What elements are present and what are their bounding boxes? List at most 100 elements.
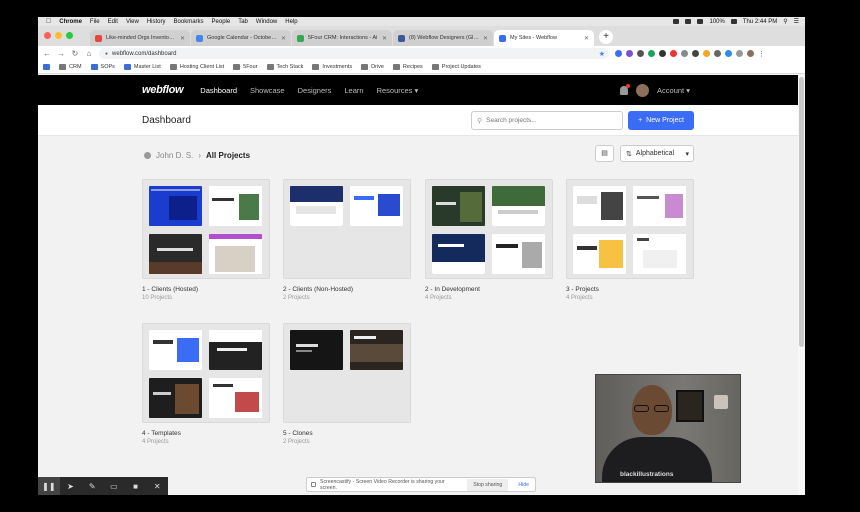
bookmark-star-icon[interactable]: ★: [599, 50, 605, 58]
extension-icon[interactable]: [692, 50, 699, 57]
tab-close-icon[interactable]: ✕: [281, 35, 286, 42]
breadcrumb-user[interactable]: John D. S.: [156, 151, 193, 160]
webflow-logo[interactable]: webflow: [142, 84, 184, 96]
bookmark-sops[interactable]: SOPs: [90, 64, 115, 70]
tab-close-icon[interactable]: ✕: [584, 35, 589, 42]
new-tab-button[interactable]: +: [599, 30, 613, 44]
extension-icon[interactable]: [637, 50, 644, 57]
bookmark-hosting-client-list[interactable]: Hosting Client List: [169, 64, 224, 70]
folder-preview[interactable]: [283, 179, 411, 279]
address-bar[interactable]: ● webflow.com/dashboard ★: [99, 48, 609, 59]
project-folder[interactable]: 4 - Templates 4 Projects: [142, 323, 270, 445]
profile-avatar-icon[interactable]: [747, 50, 754, 57]
pen-icon[interactable]: ✎: [81, 477, 103, 495]
bookmark-tech-stack[interactable]: Tech Stack: [266, 64, 303, 70]
extension-icon[interactable]: [714, 50, 721, 57]
zoom-window-icon[interactable]: [66, 32, 73, 39]
cloud-icon[interactable]: [685, 19, 692, 24]
extension-icon[interactable]: [659, 50, 666, 57]
project-folder[interactable]: 2 - Clients (Non-Hosted) 2 Projects: [283, 179, 411, 301]
home-icon[interactable]: ⌂: [85, 49, 93, 58]
bookmark-drive[interactable]: Drive: [361, 64, 384, 70]
clock[interactable]: Thu 2:44 PM: [743, 19, 777, 25]
project-folder[interactable]: 2 - In Development 4 Projects: [425, 179, 553, 301]
search-box[interactable]: ⚲: [471, 111, 623, 130]
eraser-icon[interactable]: ▭: [103, 477, 125, 495]
folder-preview[interactable]: [142, 179, 270, 279]
browser-tab[interactable]: 5Four CRM: Interactions - Ai ✕: [292, 30, 392, 46]
more-menu-icon[interactable]: ⋮: [758, 50, 765, 58]
apps-icon[interactable]: [43, 64, 50, 70]
folder-preview[interactable]: [425, 179, 553, 279]
scrollbar-thumb[interactable]: [799, 77, 804, 347]
page-scrollbar[interactable]: [798, 75, 805, 495]
status-icon[interactable]: [673, 19, 680, 24]
extension-icon[interactable]: [681, 50, 688, 57]
new-project-button[interactable]: + New Project: [628, 111, 694, 130]
tab-close-icon[interactable]: ✕: [180, 35, 185, 42]
stop-sharing-button[interactable]: Stop sharing: [467, 478, 509, 491]
hide-button[interactable]: Hide: [512, 482, 535, 488]
bookmark-master-list[interactable]: Master List: [123, 64, 161, 70]
menu-view[interactable]: View: [126, 19, 139, 25]
bookmark-project-updates[interactable]: Project Updates: [431, 64, 481, 70]
project-folder[interactable]: 5 - Clones 2 Projects: [283, 323, 411, 445]
bookmark-5four[interactable]: 5Four: [233, 64, 258, 70]
nav-dashboard[interactable]: Dashboard: [200, 86, 237, 95]
menu-edit[interactable]: Edit: [108, 19, 118, 25]
menu-help[interactable]: Help: [285, 19, 297, 25]
tab-close-icon[interactable]: ✕: [382, 35, 387, 42]
extension-icon[interactable]: [648, 50, 655, 57]
avatar[interactable]: [636, 83, 650, 97]
search-icon[interactable]: ⚲: [783, 18, 787, 25]
folder-preview[interactable]: [566, 179, 694, 279]
nav-learn[interactable]: Learn: [344, 86, 363, 95]
folder-preview[interactable]: [142, 323, 270, 423]
menu-bookmarks[interactable]: Bookmarks: [174, 19, 204, 25]
battery-icon[interactable]: [730, 19, 737, 24]
menu-list-icon[interactable]: ☰: [794, 18, 799, 25]
nav-designers[interactable]: Designers: [298, 86, 332, 95]
bookmark-investments[interactable]: Investments: [312, 64, 352, 70]
menu-tab[interactable]: Tab: [238, 19, 248, 25]
account-menu[interactable]: Account ▾: [657, 86, 690, 95]
cursor-icon[interactable]: ➤: [60, 477, 82, 495]
camera-icon[interactable]: ■: [125, 477, 147, 495]
new-folder-button[interactable]: ▤: [595, 145, 614, 162]
menubar-app-name[interactable]: Chrome: [59, 19, 82, 25]
nav-resources[interactable]: Resources ▾: [377, 86, 419, 95]
project-folder[interactable]: 3 - Projects 4 Projects: [566, 179, 694, 301]
extension-icon[interactable]: [615, 50, 622, 57]
browser-tab-active[interactable]: My Sites - Webflow ✕: [494, 30, 594, 46]
nav-showcase[interactable]: Showcase: [250, 86, 285, 95]
menu-window[interactable]: Window: [256, 19, 277, 25]
menu-history[interactable]: History: [147, 19, 166, 25]
apple-icon[interactable]: : [46, 18, 51, 25]
minimize-window-icon[interactable]: [55, 32, 62, 39]
extension-icon[interactable]: [703, 50, 710, 57]
project-folder[interactable]: 1 - Clients (Hosted) 10 Projects: [142, 179, 270, 301]
extension-icon[interactable]: [670, 50, 677, 57]
tab-close-icon[interactable]: ✕: [483, 35, 488, 42]
sort-dropdown[interactable]: ⇅ Alphabetical ▾: [620, 145, 694, 162]
extension-icon[interactable]: [725, 50, 732, 57]
extension-icon[interactable]: [736, 50, 743, 57]
search-input[interactable]: [486, 117, 617, 124]
bookmark-recipes[interactable]: Recipes: [392, 64, 423, 70]
reload-icon[interactable]: ↻: [71, 49, 79, 58]
browser-tab[interactable]: (8) Webflow Designers (Globa ✕: [393, 30, 493, 46]
back-icon[interactable]: ←: [43, 49, 51, 58]
forward-icon[interactable]: →: [57, 49, 65, 58]
folder-preview[interactable]: [283, 323, 411, 423]
browser-tab[interactable]: Like-minded Orgs Inventory - ✕: [90, 30, 190, 46]
menu-file[interactable]: File: [90, 19, 100, 25]
extension-icon[interactable]: [626, 50, 633, 57]
wifi-icon[interactable]: [697, 19, 704, 24]
close-window-icon[interactable]: [44, 32, 51, 39]
menu-people[interactable]: People: [212, 19, 231, 25]
browser-tab[interactable]: Google Calendar - October 31 ✕: [191, 30, 291, 46]
pause-icon[interactable]: ❚❚: [38, 477, 60, 495]
bookmark-crm[interactable]: CRM: [59, 64, 82, 70]
close-icon[interactable]: ✕: [146, 477, 168, 495]
notification-bell-icon[interactable]: [620, 83, 631, 95]
